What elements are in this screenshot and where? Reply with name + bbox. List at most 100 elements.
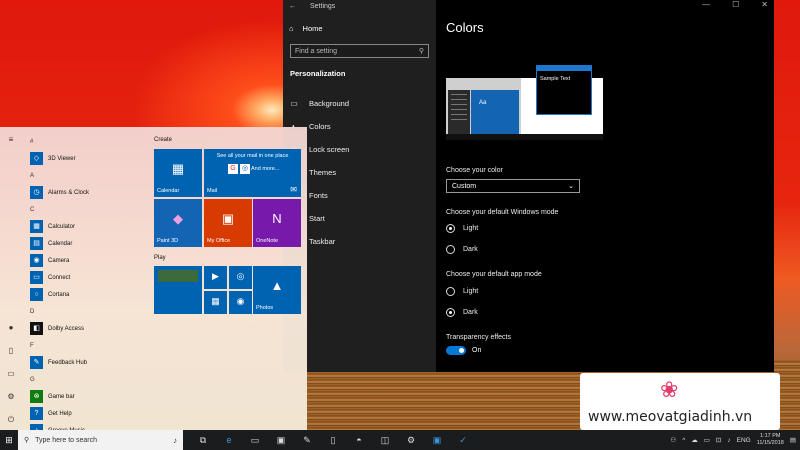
windows-start-icon[interactable]: ⊞ [0, 435, 18, 446]
home-link[interactable]: ⌂ Home [289, 24, 323, 33]
file-explorer-icon[interactable]: ▭ [249, 435, 261, 446]
letter-header[interactable]: G [26, 371, 146, 388]
tile-xbox[interactable] [154, 266, 202, 314]
tile-my-office[interactable]: ▣ My Office [204, 199, 252, 247]
app-label: Dolby Access [48, 325, 85, 332]
people-icon[interactable]: ⚇ [670, 436, 676, 444]
paint3d-icon: ◆ [173, 211, 183, 226]
sample-window: Sample Text [536, 65, 592, 115]
letter-header[interactable]: # [26, 133, 146, 150]
maximize-icon[interactable]: ☐ [732, 0, 739, 9]
tile-webcam[interactable]: ◉ [229, 291, 252, 314]
search-icon: ⚲ [24, 437, 30, 444]
clock-icon: ◷ [30, 186, 43, 199]
app-calendar[interactable]: ▤ Calendar [26, 235, 146, 252]
network-icon[interactable]: ⊡ [716, 436, 721, 444]
power-icon[interactable]: ⏻ [6, 415, 16, 425]
tile-calculator[interactable]: ▦ [204, 291, 227, 314]
transparency-toggle[interactable]: On [446, 346, 481, 355]
tile-onenote[interactable]: N OneNote [253, 199, 301, 247]
section-title: Personalization [290, 69, 346, 78]
settings-search-input[interactable]: Find a setting ⚲ [290, 44, 429, 58]
letter-header[interactable]: C [26, 201, 146, 218]
settings-icon[interactable]: ⚙ [6, 392, 16, 401]
minimize-icon[interactable]: — [702, 0, 710, 9]
photos-icon[interactable]: ◓ [353, 435, 365, 445]
edge-icon[interactable]: e [223, 435, 235, 445]
tile-calendar[interactable]: ▦ Calendar [154, 149, 202, 197]
microphone-icon[interactable]: ♪ [173, 436, 177, 445]
connect-icon: ▭ [30, 271, 43, 284]
taskbar-search-box[interactable]: ⚲ Type here to search ♪ [18, 430, 183, 450]
tile-mail[interactable]: See all your mail in one place G ◎ And m… [204, 149, 301, 197]
pictures-icon[interactable]: ▭ [6, 369, 16, 378]
webcam-icon: ◉ [236, 296, 245, 306]
radio-label: Dark [463, 309, 478, 316]
app-mode-dark-radio[interactable]: Dark [446, 308, 478, 317]
page-title: Colors [446, 20, 484, 35]
settings-icon[interactable]: ⚙ [405, 435, 417, 446]
windows-mode-dark-radio[interactable]: Dark [446, 245, 478, 254]
nav-item-label: Start [309, 214, 325, 223]
phone-icon[interactable]: ▯ [327, 435, 339, 446]
preview-start-menu [448, 90, 470, 134]
app-label: Calendar [48, 240, 73, 247]
tile-photos[interactable]: ▲ Photos [253, 266, 301, 314]
app-alarms-clock[interactable]: ◷ Alarms & Clock [26, 184, 146, 201]
letter-header[interactable]: D [26, 303, 146, 320]
create-group-title[interactable]: Create [154, 133, 304, 147]
app-dolby-access[interactable]: ◧ Dolby Access [26, 320, 146, 337]
radio-selected-icon [446, 224, 455, 233]
store-icon[interactable]: ▣ [275, 435, 287, 446]
onenote-icon[interactable]: ◫ [379, 435, 391, 446]
tile-label: My Office [207, 238, 231, 244]
app-calculator[interactable]: ▦ Calculator [26, 218, 146, 235]
todo-icon[interactable]: ✓ [457, 435, 469, 446]
app-label: Alarms & Clock [48, 189, 90, 196]
hamburger-icon[interactable]: ≡ [6, 135, 16, 144]
volume-icon[interactable]: ♪ [727, 437, 730, 444]
tile-groove[interactable]: ◎ [229, 266, 252, 289]
calculator-icon: ▦ [30, 220, 43, 233]
task-view-icon[interactable]: ⧉ [197, 435, 209, 446]
xbox-banner [158, 270, 198, 282]
app-get-help[interactable]: ? Get Help [26, 405, 146, 422]
nav-item-background[interactable]: ▭ Background [283, 92, 436, 115]
app-camera[interactable]: ◉ Camera [26, 252, 146, 269]
image-icon: ▭ [290, 99, 298, 108]
battery-icon[interactable]: ▭ [704, 436, 710, 444]
tile-movies[interactable]: ▶ [204, 266, 227, 289]
nav-item-label: Background [309, 99, 350, 108]
app-icon[interactable]: ✎ [301, 435, 313, 446]
document-icon[interactable]: ▯ [6, 346, 16, 355]
close-icon[interactable]: ✕ [761, 0, 768, 9]
cloud-icon[interactable]: ☁ [691, 436, 698, 444]
film-icon: ▶ [212, 271, 219, 281]
app-mode-light-radio[interactable]: Light [446, 287, 478, 296]
security-icon[interactable]: ▣ [431, 435, 443, 446]
chevron-up-icon[interactable]: ^ [682, 437, 685, 444]
nav-item-label: Fonts [309, 191, 328, 200]
windows-mode-label: Choose your default Windows mode [446, 209, 559, 216]
app-3d-viewer[interactable]: ◇ 3D Viewer [26, 150, 146, 167]
notifications-icon[interactable]: ▤ [790, 436, 796, 444]
letter-header[interactable]: F [26, 337, 146, 354]
system-tray: ⚇ ^ ☁ ▭ ⊡ ♪ ENG 1:17 PM 11/15/2018 ▤ [670, 433, 800, 447]
language-indicator[interactable]: ENG [737, 437, 751, 444]
app-feedback-hub[interactable]: ✎ Feedback Hub [26, 354, 146, 371]
app-connect[interactable]: ▭ Connect [26, 269, 146, 286]
back-arrow-icon[interactable]: ← [289, 3, 296, 10]
user-icon[interactable]: ● [6, 323, 16, 332]
radio-label: Light [463, 225, 479, 232]
clock[interactable]: 1:17 PM 11/15/2018 [757, 433, 784, 447]
windows-mode-light-radio[interactable]: Light [446, 224, 478, 233]
letter-header[interactable]: A [26, 167, 146, 184]
tiles-area: Create ▦ Calendar See all your mail in o… [154, 133, 304, 314]
tile-paint3d[interactable]: ◆ Paint 3D [154, 199, 202, 247]
app-game-bar[interactable]: ⊗ Game bar [26, 388, 146, 405]
color-dropdown[interactable]: Custom ⌄ [446, 179, 580, 193]
cortana-icon: ○ [30, 288, 43, 301]
google-icon: G [228, 164, 238, 174]
app-cortana[interactable]: ○ Cortana [26, 286, 146, 303]
play-group-title[interactable]: Play [154, 251, 166, 265]
